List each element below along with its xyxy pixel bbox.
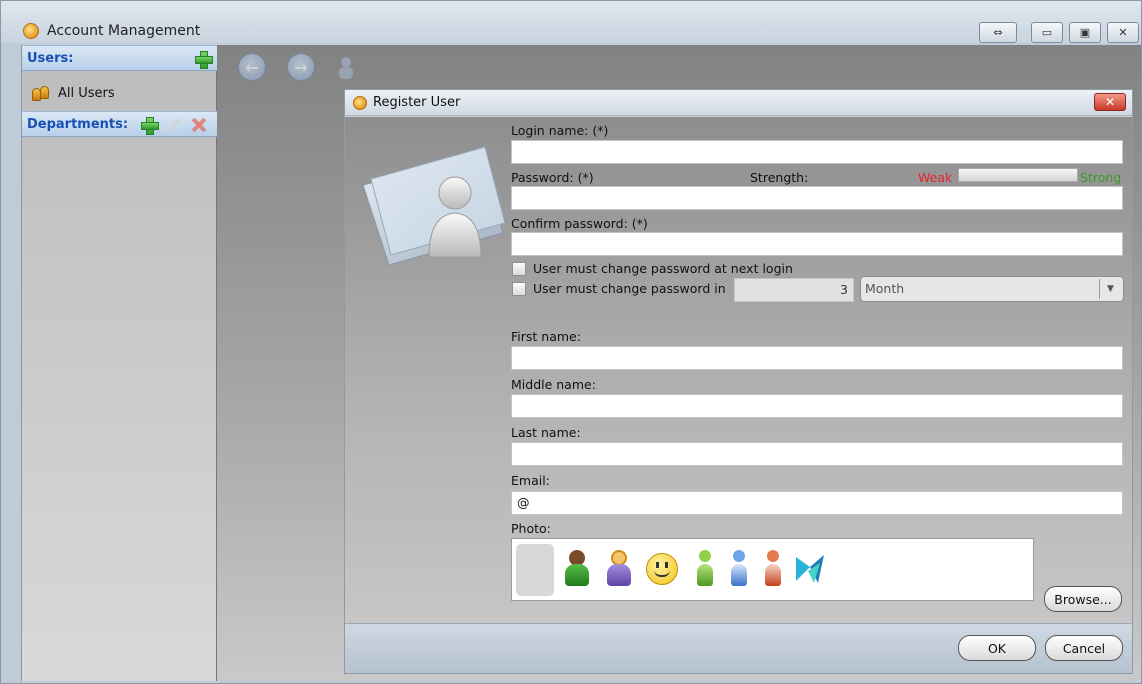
dialog-body: Login name: (*) Password: (*) Strength: … bbox=[345, 117, 1132, 623]
period-unit-value: Month bbox=[865, 281, 905, 296]
sidebar-item-all-users[interactable]: All Users bbox=[22, 83, 217, 103]
window-title: Account Management bbox=[47, 23, 201, 39]
middle-name-label: Middle name: bbox=[511, 377, 596, 392]
departments-header: Departments: bbox=[22, 111, 217, 137]
blank-photo-option[interactable] bbox=[516, 544, 554, 596]
users-group-icon bbox=[32, 86, 52, 102]
must-change-next-checkbox[interactable] bbox=[512, 262, 526, 276]
must-change-next-label: User must change password at next login bbox=[533, 261, 793, 276]
login-name-label: Login name: (*) bbox=[511, 123, 609, 138]
password-label: Password: (*) bbox=[511, 170, 594, 185]
close-button[interactable]: ✕ bbox=[1107, 22, 1139, 43]
email-label: Email: bbox=[511, 473, 550, 488]
man-green-icon[interactable] bbox=[562, 548, 592, 588]
departments-header-label: Departments: bbox=[27, 117, 129, 132]
period-number-input[interactable]: 3 bbox=[734, 278, 854, 302]
dialog-close-button[interactable]: ✕ bbox=[1094, 93, 1126, 111]
confirm-password-input[interactable] bbox=[511, 232, 1123, 256]
add-user-icon[interactable] bbox=[194, 50, 213, 69]
photo-label: Photo: bbox=[511, 521, 551, 536]
user-card-illustration bbox=[362, 146, 506, 266]
forward-button[interactable]: → bbox=[287, 53, 315, 81]
minimize-button[interactable]: ▭ bbox=[1031, 22, 1063, 43]
person-green-icon[interactable] bbox=[690, 548, 720, 588]
app-window: Account Management ⇔ ▭ ▣ ✕ Users: All Us… bbox=[0, 0, 1142, 684]
strength-strong-label: Strong bbox=[1080, 170, 1122, 185]
person-red-icon[interactable] bbox=[758, 548, 788, 588]
smiley-icon[interactable] bbox=[646, 548, 678, 588]
login-name-input[interactable] bbox=[511, 140, 1123, 164]
delete-department-icon[interactable] bbox=[190, 116, 208, 134]
sidebar: Users: All Users Departments: bbox=[21, 45, 217, 681]
users-header: Users: bbox=[22, 45, 217, 71]
users-header-label: Users: bbox=[27, 51, 74, 66]
add-department-icon[interactable] bbox=[140, 116, 159, 135]
dialog-footer: OK Cancel bbox=[345, 623, 1132, 673]
restore-button[interactable]: ⇔ bbox=[979, 22, 1017, 43]
period-unit-select[interactable]: Month ▼ bbox=[860, 276, 1124, 302]
password-input[interactable] bbox=[511, 186, 1123, 210]
user-properties-icon[interactable] bbox=[335, 55, 357, 81]
strength-label: Strength: bbox=[750, 170, 809, 185]
middle-name-input[interactable] bbox=[511, 394, 1123, 418]
cancel-button[interactable]: Cancel bbox=[1045, 635, 1123, 661]
dialog-title-bar: Register User ✕ bbox=[345, 90, 1132, 116]
person-blue-icon[interactable] bbox=[724, 548, 754, 588]
dialog-logo-icon bbox=[353, 96, 367, 110]
confirm-password-label: Confirm password: (*) bbox=[511, 216, 648, 231]
app-logo-icon bbox=[23, 23, 39, 39]
maximize-button[interactable]: ▣ bbox=[1069, 22, 1101, 43]
logo-icon[interactable] bbox=[794, 553, 828, 585]
must-change-in-checkbox[interactable] bbox=[512, 282, 526, 296]
strength-weak-label: Weak bbox=[918, 170, 953, 185]
register-user-dialog: Register User ✕ Login name: (*) Password… bbox=[344, 89, 1133, 674]
woman-purple-icon[interactable] bbox=[604, 548, 634, 588]
chevron-down-icon: ▼ bbox=[1099, 279, 1121, 299]
first-name-label: First name: bbox=[511, 329, 581, 344]
last-name-input[interactable] bbox=[511, 442, 1123, 466]
photo-picker bbox=[511, 538, 1034, 601]
back-button[interactable]: ← bbox=[238, 53, 266, 81]
dialog-title: Register User bbox=[373, 95, 461, 110]
title-bar: Account Management ⇔ ▭ ▣ ✕ bbox=[1, 1, 1141, 43]
browse-button[interactable]: Browse... bbox=[1044, 586, 1122, 612]
all-users-label: All Users bbox=[58, 86, 115, 101]
must-change-in-label: User must change password in bbox=[533, 281, 726, 296]
edit-department-icon[interactable] bbox=[166, 117, 182, 133]
last-name-label: Last name: bbox=[511, 425, 581, 440]
password-strength-bar bbox=[958, 168, 1078, 182]
email-input[interactable]: @ bbox=[511, 491, 1123, 515]
first-name-input[interactable] bbox=[511, 346, 1123, 370]
ok-button[interactable]: OK bbox=[958, 635, 1036, 661]
